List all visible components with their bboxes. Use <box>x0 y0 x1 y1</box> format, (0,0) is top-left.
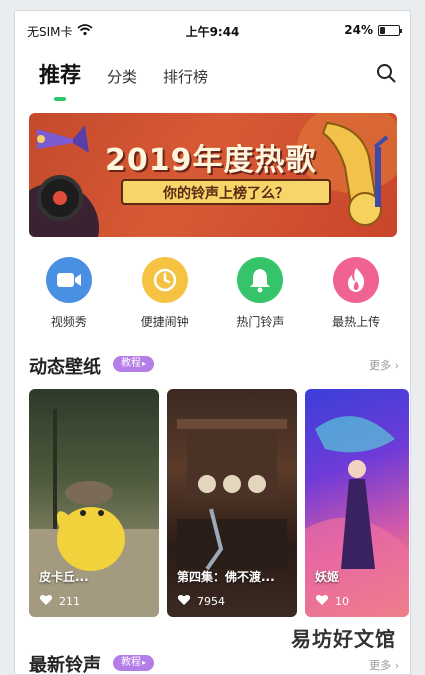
horn-icon <box>37 125 89 153</box>
more-link[interactable]: 更多 › <box>369 657 399 673</box>
quick-label: 热门铃声 <box>236 315 285 329</box>
heart-icon <box>177 594 191 609</box>
tab-recommend[interactable]: 推荐 <box>39 59 81 101</box>
quick-hot-ringtones[interactable]: 热门铃声 <box>220 257 300 330</box>
flame-icon <box>333 257 380 303</box>
tab-category[interactable]: 分类 <box>107 66 137 87</box>
banner-subtitle: 你的铃声上榜了么？ <box>121 179 331 205</box>
search-icon[interactable] <box>376 63 396 83</box>
more-label: 更多 <box>369 359 392 372</box>
ringtone-section-header: 最新铃声 教程 更多 › <box>29 651 399 675</box>
card-likes: 7954 <box>177 594 225 609</box>
section-title: 最新铃声 <box>29 655 101 675</box>
more-link[interactable]: 更多 › <box>369 357 399 373</box>
quick-label: 最热上传 <box>332 315 381 329</box>
battery-icon <box>378 24 402 36</box>
card-caption: 第四集：佛不渡... <box>177 570 275 584</box>
trumpet-icon <box>321 121 389 226</box>
card-caption: 妖姬 <box>315 570 340 584</box>
banner-title: 2019年度热歌 <box>105 143 317 178</box>
top-tabs: 推荐 分类 排行榜 <box>39 59 234 101</box>
tab-ranking[interactable]: 排行榜 <box>163 66 208 87</box>
quick-video-show[interactable]: 视频秀 <box>29 257 109 330</box>
card-caption: 皮卡丘... <box>39 570 89 584</box>
like-count: 10 <box>335 595 349 608</box>
wallpaper-card[interactable]: 第四集：佛不渡... 7954 <box>167 389 297 617</box>
wallpaper-card[interactable]: 妖姬 10 <box>305 389 409 617</box>
clock-icon <box>141 257 188 303</box>
quick-label: 视频秀 <box>50 315 87 329</box>
tutorial-badge[interactable]: 教程 <box>113 655 155 671</box>
promo-banner[interactable]: 2019年度热歌 你的铃声上榜了么？ <box>29 113 397 237</box>
status-bar: 无SIM卡 上午9:44 24% <box>15 11 410 49</box>
like-count: 7954 <box>197 595 225 608</box>
bell-icon <box>237 257 284 303</box>
app-screen: 无SIM卡 上午9:44 24% 推荐 分类 排行榜 2019年度热歌 你的铃声… <box>14 10 411 675</box>
tutorial-badge[interactable]: 教程 <box>113 356 155 372</box>
quick-alarm[interactable]: 便捷闹钟 <box>125 257 205 330</box>
wallpaper-card[interactable]: 皮卡丘... 211 <box>29 389 159 617</box>
wallpaper-list: 皮卡丘... 211 第四集：佛不渡... 7954 妖姬 10 <box>29 389 410 619</box>
video-icon <box>45 257 92 303</box>
quick-top-uploads[interactable]: 最热上传 <box>316 257 396 330</box>
watermark: 易坊好文馆 <box>283 624 404 654</box>
battery-percent: 24% <box>344 23 373 37</box>
quick-actions: 视频秀 便捷闹钟 热门铃声 最热上传 <box>15 257 410 330</box>
card-likes: 211 <box>39 594 80 609</box>
wallpaper-section-header: 动态壁纸 教程 更多 › <box>29 351 399 378</box>
more-label: 更多 <box>369 659 392 672</box>
heart-icon <box>315 594 329 609</box>
quick-label: 便捷闹钟 <box>140 315 189 329</box>
like-count: 211 <box>59 595 80 608</box>
vinyl-record-icon <box>37 175 83 221</box>
heart-icon <box>39 594 53 609</box>
section-title: 动态壁纸 <box>29 357 101 378</box>
card-likes: 10 <box>315 594 349 609</box>
status-right: 24% <box>344 23 402 37</box>
